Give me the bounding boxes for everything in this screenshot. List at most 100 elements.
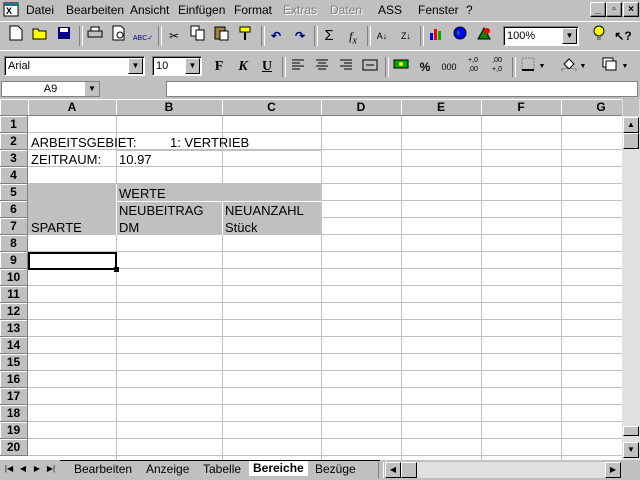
row-header[interactable]: 7 bbox=[0, 218, 28, 235]
cell-b7[interactable]: DM bbox=[119, 219, 139, 236]
menu-help[interactable]: ? bbox=[466, 3, 473, 17]
vertical-scrollbar[interactable]: ▲ ▼ bbox=[622, 99, 640, 460]
row-header[interactable]: 18 bbox=[0, 405, 28, 422]
row-header[interactable]: 12 bbox=[0, 303, 28, 320]
row-header[interactable]: 13 bbox=[0, 320, 28, 337]
sheet-tab-bereiche[interactable]: Bereiche bbox=[249, 461, 308, 476]
minimize-button[interactable]: _ bbox=[590, 2, 606, 17]
row-header[interactable]: 20 bbox=[0, 439, 28, 456]
row-header[interactable]: 16 bbox=[0, 371, 28, 388]
scroll-left-icon[interactable]: ◀ bbox=[385, 462, 401, 478]
row-header[interactable]: 14 bbox=[0, 337, 28, 354]
row-header[interactable]: 10 bbox=[0, 269, 28, 286]
print-preview-icon[interactable] bbox=[108, 25, 130, 47]
decrease-decimal-icon[interactable]: ,00 +,0 bbox=[486, 56, 508, 78]
row-header[interactable]: 2 bbox=[0, 133, 28, 150]
currency-icon[interactable] bbox=[390, 56, 412, 78]
paste-icon[interactable] bbox=[211, 25, 233, 47]
close-button[interactable]: × bbox=[623, 2, 639, 17]
chevron-down-icon[interactable]: ▼ bbox=[185, 58, 200, 74]
next-sheet-icon[interactable]: ▶ bbox=[32, 463, 42, 475]
menu-extras[interactable]: Extras bbox=[283, 3, 317, 17]
row-header[interactable]: 9 bbox=[0, 252, 28, 269]
cell-b3[interactable]: 10.97 bbox=[119, 151, 152, 168]
copy-icon[interactable] bbox=[187, 25, 209, 47]
horizontal-scroll-track[interactable] bbox=[401, 462, 605, 478]
cut-icon[interactable]: ✂ bbox=[163, 25, 185, 47]
row-header[interactable]: 19 bbox=[0, 422, 28, 439]
sheet-tab-anzeige[interactable]: Anzeige bbox=[142, 462, 193, 477]
restore-button[interactable]: ▫ bbox=[606, 2, 622, 17]
cell-a3[interactable]: ZEITRAUM: bbox=[31, 151, 101, 168]
undo-icon[interactable]: ↶ bbox=[265, 25, 287, 47]
sort-descending-icon[interactable]: Z↓ bbox=[395, 25, 417, 47]
chart-wizard-icon[interactable] bbox=[425, 25, 447, 47]
scroll-up-icon[interactable]: ▲ bbox=[623, 117, 639, 133]
cell-c6[interactable]: NEUANZAHL bbox=[225, 202, 304, 219]
underline-button[interactable]: U bbox=[256, 56, 278, 78]
scroll-down-icon[interactable]: ▼ bbox=[623, 442, 639, 458]
fill-color-dropdown-chevron-down-icon[interactable]: ▼ bbox=[578, 56, 588, 78]
help-pointer-icon[interactable]: ↖? bbox=[612, 25, 634, 47]
menu-datei[interactable]: Datei bbox=[26, 3, 54, 17]
align-left-icon[interactable] bbox=[287, 56, 309, 78]
menu-daten[interactable]: Daten bbox=[330, 3, 362, 17]
cell-b6[interactable]: NEUBEITRAG bbox=[119, 202, 204, 219]
row-header[interactable]: 3 bbox=[0, 150, 28, 167]
autosum-icon[interactable]: Σ bbox=[318, 25, 340, 47]
font-color-icon[interactable] bbox=[598, 56, 620, 78]
italic-button[interactable]: K bbox=[232, 56, 254, 78]
tab-split-handle[interactable] bbox=[378, 462, 384, 478]
function-wizard-icon[interactable]: fx bbox=[342, 25, 364, 47]
cell-b2[interactable]: 1: VERTRIEB bbox=[170, 134, 249, 151]
percent-button[interactable]: % bbox=[414, 56, 436, 78]
formula-input[interactable] bbox=[166, 81, 638, 97]
spellcheck-icon[interactable]: ABC✓ bbox=[132, 25, 154, 47]
column-header-f[interactable]: F bbox=[481, 99, 562, 116]
align-right-icon[interactable] bbox=[335, 56, 357, 78]
chevron-down-icon[interactable]: ▼ bbox=[85, 82, 99, 96]
chevron-down-icon[interactable]: ▼ bbox=[128, 58, 143, 74]
sheet-tab-bearbeiten[interactable]: Bearbeiten bbox=[70, 462, 136, 477]
zoom-select[interactable]: 100% ▼ bbox=[503, 26, 579, 46]
row-header[interactable]: 8 bbox=[0, 235, 28, 252]
font-size-select[interactable]: 10 ▼ bbox=[152, 56, 202, 76]
menu-format[interactable]: Format bbox=[234, 3, 272, 17]
column-header-b[interactable]: B bbox=[116, 99, 223, 116]
tip-wizard-lightbulb-icon[interactable] bbox=[588, 25, 610, 47]
font-color-dropdown-chevron-down-icon[interactable]: ▼ bbox=[620, 56, 630, 78]
menu-ass[interactable]: ASS bbox=[378, 3, 402, 17]
sheet-tab-bezuege[interactable]: Bezüge bbox=[311, 462, 360, 477]
row-header[interactable]: 4 bbox=[0, 167, 28, 184]
menu-einfuegen[interactable]: Einfügen bbox=[178, 3, 225, 17]
horizontal-scroll-thumb[interactable] bbox=[401, 462, 417, 478]
fill-color-icon[interactable] bbox=[558, 56, 580, 78]
excel-app-icon[interactable]: X bbox=[3, 2, 19, 17]
menu-fenster[interactable]: Fenster bbox=[418, 3, 459, 17]
prev-sheet-icon[interactable]: ◀ bbox=[18, 463, 28, 475]
increase-decimal-icon[interactable]: +,0,00 bbox=[462, 56, 484, 78]
select-all-corner[interactable] bbox=[0, 99, 29, 116]
borders-icon[interactable] bbox=[517, 56, 539, 78]
save-icon[interactable] bbox=[53, 25, 75, 47]
cell-c7[interactable]: Stück bbox=[225, 219, 258, 236]
font-name-select[interactable]: Arial ▼ bbox=[4, 56, 145, 76]
merge-center-icon[interactable] bbox=[359, 56, 381, 78]
column-header-e[interactable]: E bbox=[401, 99, 482, 116]
menu-bearbeiten[interactable]: Bearbeiten bbox=[66, 3, 124, 17]
format-painter-icon[interactable] bbox=[235, 25, 257, 47]
cell-b5[interactable]: WERTE bbox=[119, 185, 166, 202]
new-file-icon[interactable] bbox=[5, 25, 27, 47]
worksheet-grid[interactable]: A B C D E F G 1 2 3 4 5 6 7 8 9 10 11 12 13 14 15 16 17 1… bbox=[0, 99, 622, 460]
thousands-separator-button[interactable]: 000 bbox=[438, 56, 460, 78]
name-box[interactable]: A9 ▼ bbox=[1, 81, 100, 97]
column-header-d[interactable]: D bbox=[321, 99, 402, 116]
column-header-c[interactable]: C bbox=[222, 99, 322, 116]
borders-dropdown-chevron-down-icon[interactable]: ▼ bbox=[537, 56, 547, 78]
fill-handle[interactable] bbox=[114, 267, 119, 272]
menu-ansicht[interactable]: Ansicht bbox=[130, 3, 169, 17]
split-handle[interactable] bbox=[623, 426, 639, 436]
column-header-g[interactable]: G bbox=[561, 99, 622, 116]
scroll-right-icon[interactable]: ▶ bbox=[605, 462, 621, 478]
scroll-thumb[interactable] bbox=[623, 133, 639, 149]
